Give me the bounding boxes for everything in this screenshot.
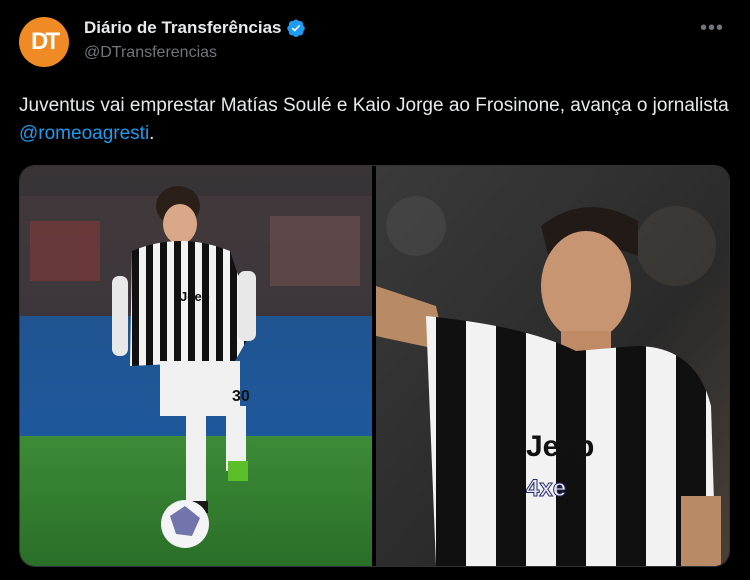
tweet-text-end: . bbox=[149, 123, 155, 144]
author-handle[interactable]: @DTransferencias bbox=[84, 44, 217, 62]
left-shirt-number: 30 bbox=[232, 388, 250, 405]
right-jersey-sponsor: Jeep bbox=[526, 430, 594, 463]
more-options-icon[interactable]: ••• bbox=[700, 18, 724, 38]
avatar-logo: DT bbox=[31, 28, 60, 55]
author-avatar[interactable]: DT bbox=[19, 17, 69, 67]
verified-badge-icon[interactable] bbox=[286, 18, 306, 38]
author-display-name[interactable]: Diário de Transferências bbox=[84, 18, 281, 38]
tweet-text: Juventus vai emprestar Matías Soulé e Ka… bbox=[19, 92, 731, 148]
media-photo-left[interactable]: Jeep 30 bbox=[20, 166, 372, 566]
left-jersey-sponsor: Jeep bbox=[180, 289, 210, 304]
media-photo-right[interactable]: Jeep 4xe bbox=[376, 166, 729, 566]
tweet-text-body: Juventus vai emprestar Matías Soulé e Ka… bbox=[19, 95, 729, 116]
right-jersey-sleeve-sponsor: 4xe bbox=[526, 475, 566, 502]
author-name-row: Diário de Transferências bbox=[84, 18, 306, 38]
tweet-media-grid: Jeep 30 Jeep 4xe bbox=[19, 165, 730, 567]
mention-link[interactable]: @romeoagresti bbox=[19, 123, 149, 144]
